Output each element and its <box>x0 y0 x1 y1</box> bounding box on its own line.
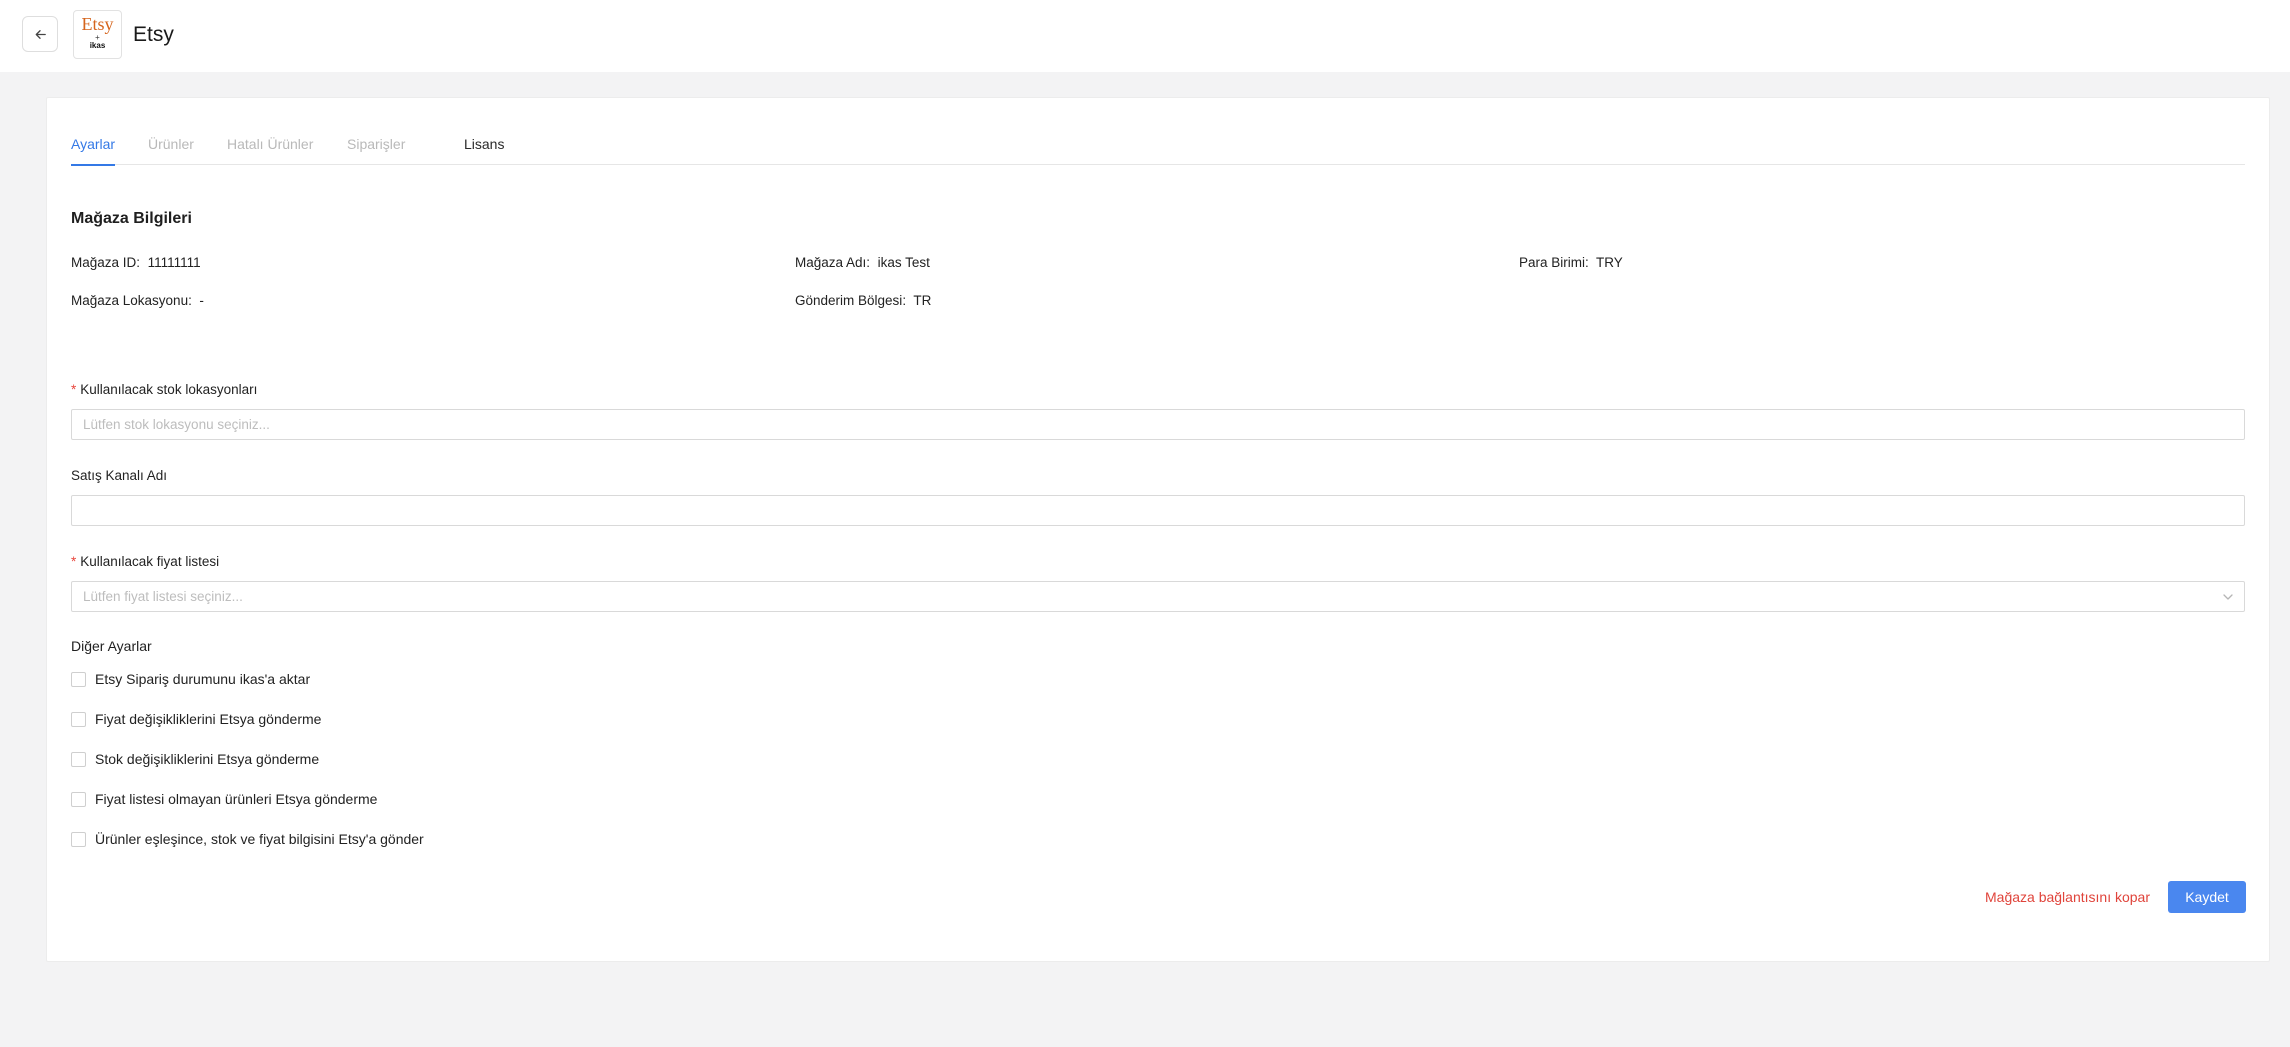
tab-ayarlar[interactable]: Ayarlar <box>71 135 116 166</box>
store-info-title: Mağaza Bilgileri <box>71 210 192 227</box>
checkbox[interactable] <box>71 671 86 687</box>
tab-lisans[interactable]: Lisans <box>464 135 504 165</box>
stock-locations-label-text: Kullanılacak stok lokasyonları <box>80 382 258 397</box>
tab-siparisler[interactable]: Siparişler <box>347 135 405 165</box>
back-button[interactable] <box>22 16 58 52</box>
currency-value: TRY <box>1596 255 1623 270</box>
price-list-placeholder: Lütfen fiyat listesi seçiniz... <box>83 589 243 604</box>
store-location-value: - <box>199 293 204 308</box>
store-name-label: Mağaza Adı <box>795 255 867 270</box>
store-name-info: Mağaza Adı: ikas Test <box>795 254 930 272</box>
tab-urunler[interactable]: Ürünler <box>148 135 194 165</box>
checkbox-price-changes[interactable]: Fiyat değişikliklerini Etsya gönderme <box>71 711 321 727</box>
checkbox-sync-on-match[interactable]: Ürünler eşleşince, stok ve fiyat bilgisi… <box>71 831 424 847</box>
disconnect-store-link[interactable]: Mağaza bağlantısını kopar <box>1985 889 2150 905</box>
checkbox-etsy-order-status[interactable]: Etsy Sipariş durumunu ikas'a aktar <box>71 671 310 687</box>
store-id-info: Mağaza ID: 11111111 <box>71 254 201 272</box>
logo-etsy-text: Etsy <box>81 14 114 34</box>
checkbox-label: Stok değişikliklerini Etsya gönderme <box>95 751 320 767</box>
arrow-left-icon <box>35 29 46 39</box>
shipping-region-info: Gönderim Bölgesi: TR <box>795 292 931 310</box>
store-id-label: Mağaza ID <box>71 255 137 270</box>
price-list-label-text: Kullanılacak fiyat listesi <box>80 554 220 569</box>
checkbox-label: Fiyat listesi olmayan ürünleri Etsya gön… <box>95 791 378 807</box>
separator: : <box>1585 255 1589 270</box>
price-list-select[interactable]: Lütfen fiyat listesi seçiniz... <box>71 581 2245 612</box>
tab-hatali-urunler[interactable]: Hatalı Ürünler <box>227 135 313 165</box>
tab-bar: Ayarlar Ürünler Hatalı Ürünler Siparişle… <box>71 135 2245 166</box>
separator: : <box>866 255 871 270</box>
page-title: Etsy <box>133 23 174 46</box>
sales-channel-label: Satış Kanalı Adı <box>71 468 168 483</box>
stock-locations-select[interactable] <box>71 409 2245 440</box>
shipping-region-value: TR <box>913 293 932 308</box>
chevron-down-icon <box>2223 594 2233 600</box>
checkbox[interactable] <box>71 831 86 847</box>
checkbox[interactable] <box>71 791 86 807</box>
required-mark: * <box>71 554 77 569</box>
checkbox[interactable] <box>71 711 86 727</box>
checkbox-label: Fiyat değişikliklerini Etsya gönderme <box>95 711 322 727</box>
separator: : <box>902 293 907 308</box>
shipping-region-label: Gönderim Bölgesi <box>795 293 903 308</box>
sales-channel-input[interactable] <box>71 495 2245 526</box>
save-button[interactable]: Kaydet <box>2168 881 2246 913</box>
store-id-value: 11111111 <box>147 255 201 270</box>
etsy-ikas-logo: Etsy + ikas <box>73 10 122 59</box>
settings-card: Ayarlar Ürünler Hatalı Ürünler Siparişle… <box>46 97 2270 962</box>
store-location-info: Mağaza Lokasyonu: - <box>71 292 204 310</box>
price-list-label: * Kullanılacak fiyat listesi <box>71 553 219 571</box>
checkbox[interactable] <box>71 751 86 767</box>
checkbox-stock-changes[interactable]: Stok değişikliklerini Etsya gönderme <box>71 751 319 767</box>
top-bar: Etsy + ikas Etsy <box>0 0 2290 72</box>
separator: : <box>136 255 141 270</box>
checkbox-label: Etsy Sipariş durumunu ikas'a aktar <box>95 671 311 687</box>
currency-info: Para Birimi: TRY <box>1519 254 1623 272</box>
separator: : <box>188 293 192 308</box>
stock-locations-label: * Kullanılacak stok lokasyonları <box>71 381 257 399</box>
required-mark: * <box>71 382 77 397</box>
checkbox-no-price-list[interactable]: Fiyat listesi olmayan ürünleri Etsya gön… <box>71 791 377 807</box>
logo-ikas-text: ikas <box>89 41 106 50</box>
other-settings-title: Diğer Ayarlar <box>71 638 152 654</box>
checkbox-label: Ürünler eşleşince, stok ve fiyat bilgisi… <box>95 831 424 847</box>
logo-plus: + <box>95 33 100 42</box>
store-location-label: Mağaza Lokasyonu <box>71 293 189 308</box>
currency-label: Para Birimi <box>1519 255 1586 270</box>
store-name-value: ikas Test <box>877 255 930 270</box>
